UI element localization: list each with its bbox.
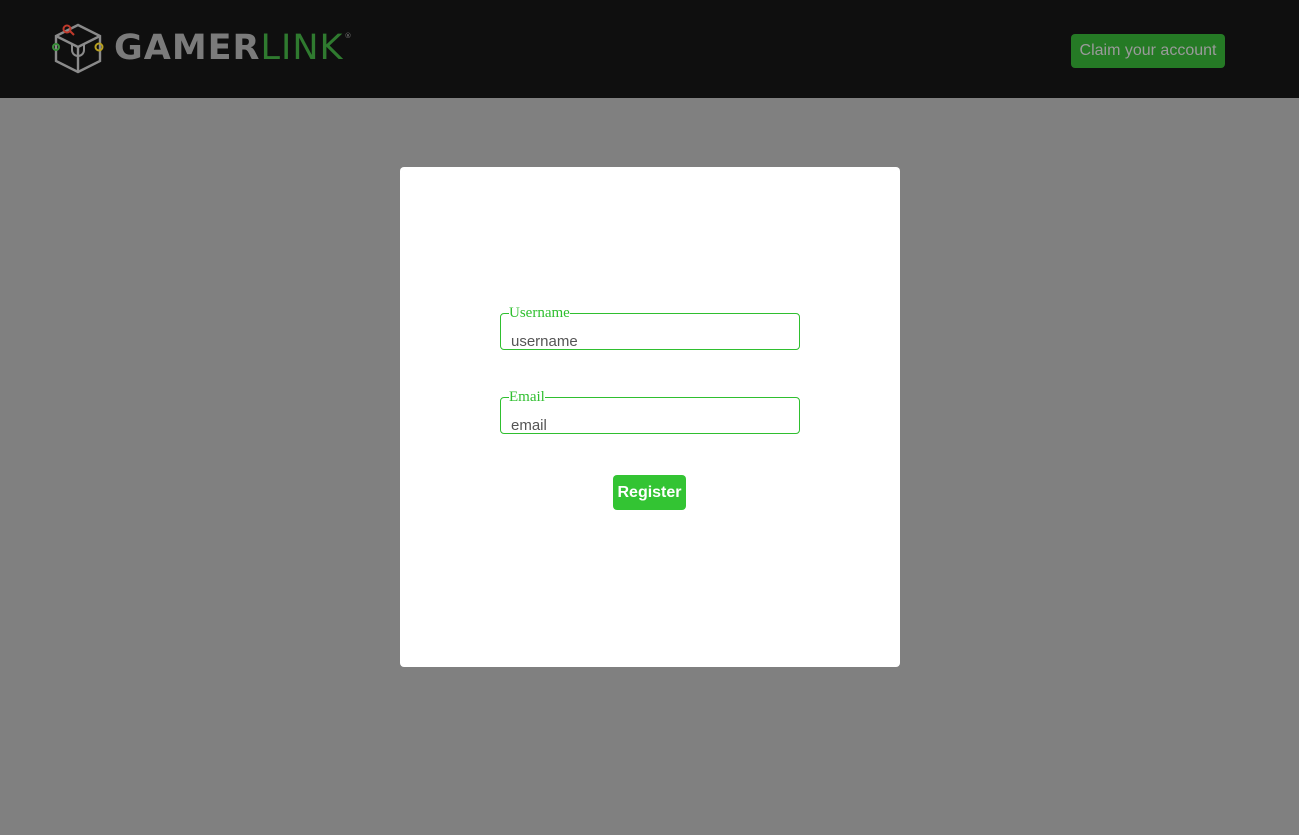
brand-name-link: LINK xyxy=(260,27,344,68)
register-modal: Username Email Register xyxy=(400,167,900,667)
top-navbar: GAMER LINK ® Claim your account xyxy=(0,0,1299,98)
username-label: Username xyxy=(509,305,570,321)
brand-name-gamer: GAMER xyxy=(114,27,261,68)
username-input[interactable] xyxy=(511,331,791,351)
email-label: Email xyxy=(509,389,545,405)
brand-wordmark: GAMER LINK ® xyxy=(114,27,353,68)
username-fieldset: Username xyxy=(500,305,800,351)
register-button[interactable]: Register xyxy=(613,475,686,510)
email-fieldset: Email xyxy=(500,389,800,435)
claim-account-button[interactable]: Claim your account xyxy=(1071,34,1225,68)
brand-logo[interactable]: GAMER LINK ® xyxy=(50,22,352,74)
email-input[interactable] xyxy=(511,415,791,435)
trademark-symbol: ® xyxy=(344,31,353,40)
logo-cube-icon xyxy=(50,22,106,74)
